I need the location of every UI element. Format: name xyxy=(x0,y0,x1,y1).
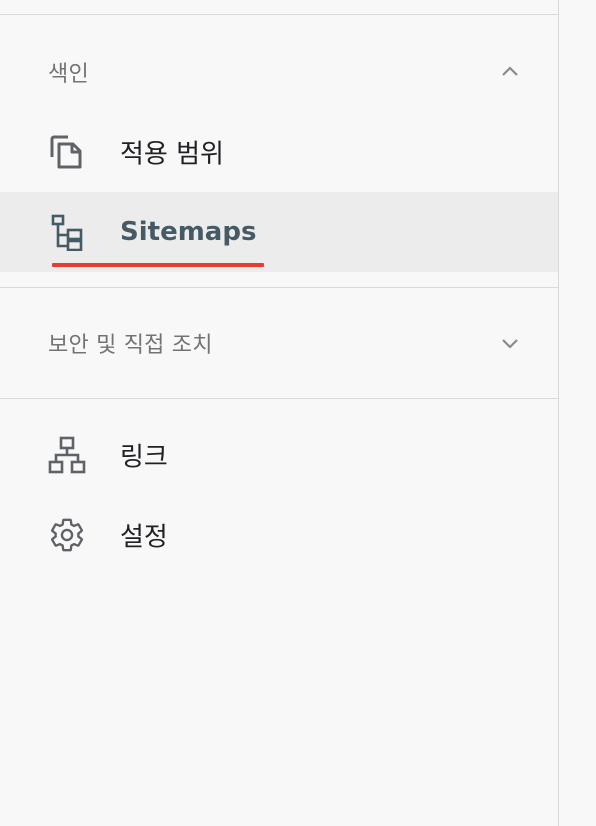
sidebar-item-label-coverage: 적용 범위 xyxy=(120,139,224,170)
sidebar-item-sitemaps[interactable]: Sitemaps xyxy=(0,192,558,272)
sidebar-item-label-sitemaps: Sitemaps xyxy=(120,217,257,247)
divider-top xyxy=(0,14,558,15)
section-header-security[interactable]: 보안 및 직접 조치 xyxy=(0,313,558,373)
search-console-page: 색인 적용 범위 Sitemaps 보안 및 직접 조치 링크 설정 xyxy=(0,0,596,826)
gear-icon xyxy=(51,518,83,552)
sidebar-item-label-links: 링크 xyxy=(120,442,168,473)
sidebar-item-links[interactable]: 링크 xyxy=(0,415,558,495)
sidebar-nav: 색인 적용 범위 Sitemaps 보안 및 직접 조치 링크 설정 xyxy=(0,0,559,826)
content-area-edge xyxy=(559,0,596,826)
active-item-underline xyxy=(52,263,264,267)
chevron-up-icon xyxy=(502,66,518,76)
section-header-index[interactable]: 색인 xyxy=(0,42,558,102)
divider-index-security xyxy=(0,287,558,288)
coverage-pages-icon xyxy=(50,135,82,169)
sidebar-item-coverage[interactable]: 적용 범위 xyxy=(0,112,558,192)
links-network-icon xyxy=(48,436,86,474)
section-title-security: 보안 및 직접 조치 xyxy=(48,333,213,358)
section-title-index: 색인 xyxy=(48,62,89,87)
sidebar-item-label-settings: 설정 xyxy=(120,522,168,553)
chevron-down-icon xyxy=(502,339,518,349)
divider-security-bottom xyxy=(0,398,558,399)
sidebar-item-settings[interactable]: 설정 xyxy=(0,495,558,575)
sitemap-tree-icon xyxy=(51,214,83,251)
